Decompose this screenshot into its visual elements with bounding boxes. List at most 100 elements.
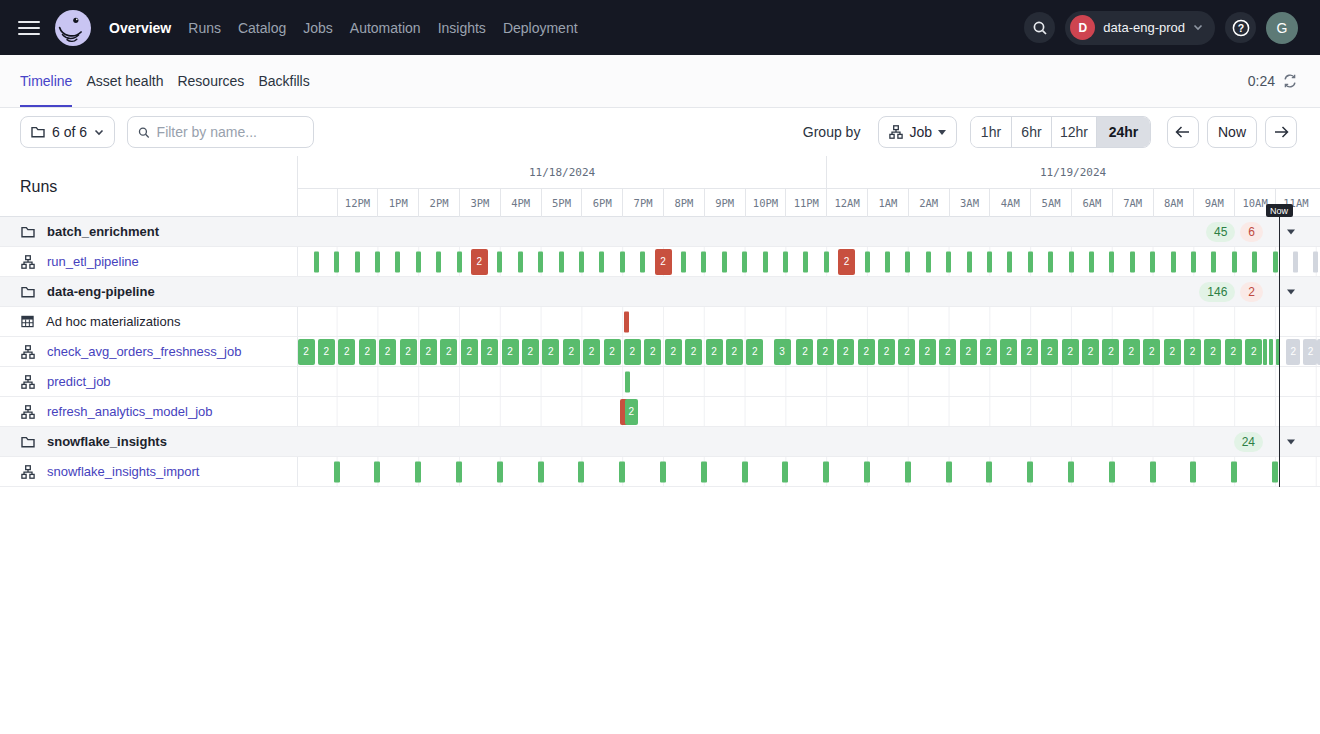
run-mark-success[interactable] [1048,251,1053,272]
run-mark-success[interactable] [599,251,604,272]
run-mark-success[interactable] [497,251,502,272]
timeline-now-button[interactable]: Now [1207,116,1257,148]
run-mark-success[interactable]: 2 [379,339,396,365]
run-mark-success[interactable]: 2 [939,339,956,365]
nav-item-jobs[interactable]: Jobs [303,20,333,36]
menu-icon[interactable] [18,16,42,40]
run-mark-success[interactable] [783,251,788,272]
run-mark-success[interactable]: 2 [980,339,997,365]
expand-caret-icon[interactable] [1287,439,1295,444]
run-mark-success[interactable] [457,251,462,272]
run-mark-success[interactable] [619,461,625,482]
run-mark-success[interactable] [640,251,645,272]
run-mark-success[interactable] [946,461,952,482]
run-mark-success[interactable] [415,461,421,482]
run-mark-success[interactable] [885,251,890,272]
run-mark-success[interactable] [374,461,380,482]
run-mark-success[interactable]: 2 [665,339,682,365]
run-mark-success[interactable] [1150,461,1156,482]
run-mark-success[interactable] [987,251,992,272]
run-mark-success[interactable]: 2 [644,339,661,365]
run-mark-success[interactable] [1109,251,1114,272]
run-mark-success[interactable] [905,461,911,482]
expand-caret-icon[interactable] [1287,289,1295,294]
run-mark-success[interactable] [334,251,339,272]
run-mark-success[interactable] [905,251,910,272]
run-mark-failure[interactable]: 2 [655,249,672,275]
nav-item-runs[interactable]: Runs [188,20,221,36]
run-mark-future[interactable] [1293,251,1298,272]
run-mark-success[interactable]: 2 [1164,339,1181,365]
run-mark-success[interactable]: 2 [502,339,519,365]
run-mark-success[interactable]: 2 [817,339,834,365]
run-mark-success[interactable]: 2 [1062,339,1079,365]
run-mark-success[interactable]: 2 [1123,339,1140,365]
expand-caret-icon[interactable] [1287,229,1295,234]
range-1hr[interactable]: 1hr [971,117,1011,147]
run-mark-success[interactable]: 2 [1204,339,1221,365]
run-mark-success[interactable] [1069,251,1074,272]
run-mark-success[interactable] [1068,461,1074,482]
scope-filter-button[interactable]: 6 of 6 [20,116,115,148]
run-mark-success[interactable] [416,251,421,272]
avatar[interactable]: G [1266,12,1298,44]
run-mark-success[interactable] [1150,251,1155,272]
tab-timeline[interactable]: Timeline [20,55,72,107]
row-name[interactable]: run_etl_pipeline [47,254,139,269]
run-mark-success[interactable] [355,251,360,272]
run-mark-success[interactable]: 2 [461,339,478,365]
run-mark-success[interactable]: 3 [774,339,791,365]
run-mark-success[interactable] [1109,461,1115,482]
nav-item-deployment[interactable]: Deployment [503,20,578,36]
run-mark-success[interactable] [864,461,870,482]
run-mark-success[interactable] [967,251,972,272]
run-mark-success[interactable] [824,251,829,272]
run-mark-success[interactable] [578,461,584,482]
filter-by-name-input[interactable] [127,116,314,148]
run-mark-success[interactable]: 2 [960,339,977,365]
run-mark-success[interactable] [456,461,462,482]
run-mark-success[interactable] [660,461,666,482]
run-mark-success[interactable] [946,251,951,272]
help-icon[interactable]: ? [1225,12,1256,43]
run-mark-success[interactable] [1027,461,1033,482]
run-mark-success[interactable] [1269,339,1273,365]
failure-count-badge[interactable]: 2 [1240,282,1263,302]
run-mark-success[interactable]: 2 [796,339,813,365]
run-mark-success[interactable]: 2 [400,339,417,365]
deployment-switcher[interactable]: D data-eng-prod [1065,11,1215,45]
refresh-icon[interactable] [1283,74,1297,88]
run-mark-success[interactable] [701,251,706,272]
run-mark-success[interactable]: 2 [318,339,335,365]
run-mark-success[interactable]: 2 [563,339,580,365]
run-mark-success[interactable]: 2 [878,339,895,365]
run-mark-success[interactable] [1028,251,1033,272]
run-mark-success[interactable] [1190,461,1196,482]
tab-backfills[interactable]: Backfills [258,55,309,107]
run-mark-success[interactable]: 2 [604,339,621,365]
run-mark-success[interactable] [1171,251,1176,272]
row-name[interactable]: snowflake_insights_import [47,464,199,479]
run-mark-success[interactable] [538,461,544,482]
range-24hr[interactable]: 24hr [1096,117,1150,147]
run-mark-success[interactable] [1231,461,1237,482]
run-mark-success[interactable]: 2 [1041,339,1058,365]
run-mark-success[interactable]: 2 [583,339,600,365]
run-mark-success[interactable]: 2 [1245,339,1262,365]
range-12hr[interactable]: 12hr [1051,117,1096,147]
run-mark-success[interactable]: 2 [706,339,723,365]
run-mark-success[interactable]: 2 [338,339,355,365]
run-mark-success[interactable]: 2 [919,339,936,365]
run-mark-success[interactable] [701,461,707,482]
tab-resources[interactable]: Resources [177,55,244,107]
run-mark-success[interactable]: 2 [1021,339,1038,365]
run-mark-success[interactable]: 2 [1082,339,1099,365]
timeline-prev-button[interactable] [1167,116,1199,148]
run-mark-success[interactable] [926,251,931,272]
run-mark-success[interactable]: 2 [685,339,702,365]
run-mark-success[interactable]: 2 [1184,339,1201,365]
run-mark-success[interactable]: 2 [1102,339,1119,365]
tab-asset-health[interactable]: Asset health [86,55,163,107]
run-mark-success[interactable] [803,251,808,272]
success-count-badge[interactable]: 45 [1206,222,1235,242]
